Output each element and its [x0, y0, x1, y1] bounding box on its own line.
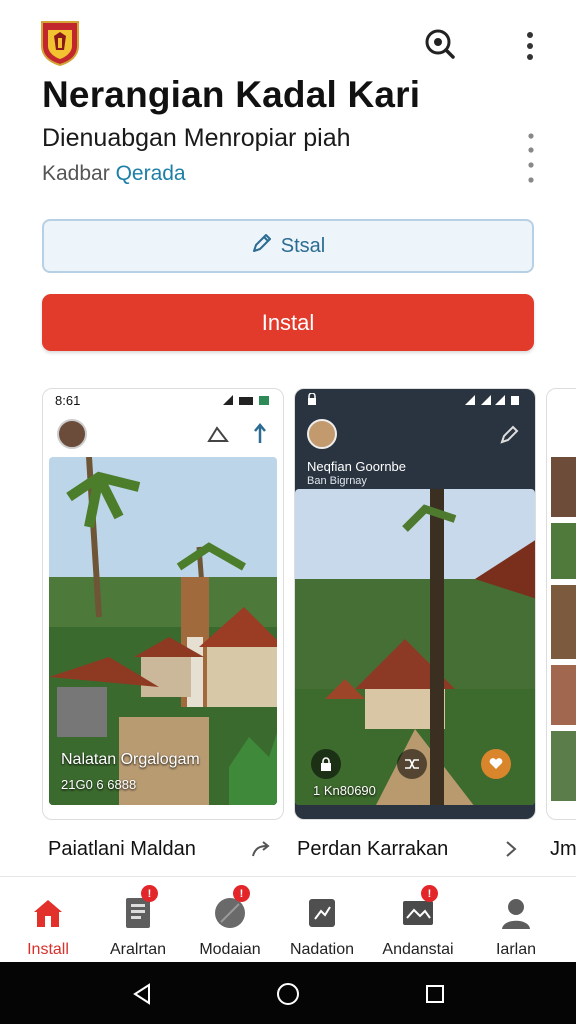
- app-logo: [40, 20, 80, 67]
- top-app-bar: [0, 0, 576, 70]
- caption-2: Perdan Karrakan: [297, 838, 449, 860]
- document-icon: !: [118, 885, 158, 933]
- person-icon: [496, 893, 536, 933]
- system-navigation-bar: [0, 962, 576, 1024]
- share-arrow-icon[interactable]: [250, 838, 272, 860]
- signal-icon: [463, 394, 523, 409]
- clipboard-icon: [302, 893, 342, 933]
- screenshot-2-header-sub: Ban Bigrnay: [307, 475, 367, 487]
- screenshot-2-header-title: Neqfian Goornbe: [307, 459, 407, 474]
- nav-label-modaian: Modaian: [199, 941, 261, 958]
- install-button-label: Instal: [261, 309, 315, 335]
- edit-icon[interactable]: [499, 425, 519, 450]
- bottom-navigation: Install ! Aralrtan ! Modaian Nadation ! …: [0, 876, 576, 962]
- screenshot-1-subtitle: 21G0 6 6888: [61, 777, 137, 792]
- signal-icon: [221, 394, 271, 409]
- nav-label-aralrtan: Aralrtan: [109, 941, 167, 958]
- nav-label-nadation: Nadation: [289, 941, 355, 958]
- nav-label-install: Install: [27, 941, 69, 958]
- arrow-up-icon[interactable]: [253, 423, 267, 450]
- search-icon[interactable]: [420, 24, 460, 64]
- chevron-right-icon[interactable]: [500, 838, 522, 860]
- share-icon[interactable]: [207, 425, 230, 448]
- shuffle-icon[interactable]: [397, 749, 427, 779]
- notification-badge: !: [141, 885, 158, 902]
- home-circle-icon[interactable]: [274, 980, 302, 1008]
- details-more-icon[interactable]: [516, 130, 546, 186]
- screenshot-captions: Paiatlani Maldan Perdan Karrakan Jm: [0, 832, 576, 872]
- status-lock-icon: [307, 392, 317, 408]
- nav-item-nadation[interactable]: Nadation: [274, 887, 370, 963]
- screenshot-carousel[interactable]: 8:61 Nalatan Orgalogam 21G0 6 6888 Neqfi…: [42, 388, 576, 822]
- app-meta: Kadbar Qerada: [42, 162, 186, 186]
- favorite-icon[interactable]: [481, 749, 511, 779]
- more-options-icon[interactable]: [514, 26, 546, 66]
- notification-badge: !: [421, 885, 438, 902]
- app-title: Nerangian Kadal Kari: [42, 74, 421, 115]
- avatar: [307, 419, 337, 449]
- screenshot-1-title: Nalatan Orgalogam: [61, 751, 200, 768]
- screenshot-3[interactable]: [546, 388, 576, 820]
- image-icon: !: [398, 885, 438, 933]
- back-icon[interactable]: [128, 980, 156, 1008]
- caption-1: Paiatlani Maldan: [48, 838, 196, 860]
- status-time: 8:61: [55, 393, 81, 408]
- screenshot-2[interactable]: Neqfian Goornbe Ban Bigrnay 1 Kn80690: [294, 388, 536, 820]
- caption-3: Jm: [550, 838, 576, 860]
- lock-icon[interactable]: [311, 749, 341, 779]
- pencil-icon: [251, 232, 273, 260]
- nav-label-andanstai: Andanstai: [382, 941, 454, 958]
- phone-status-bar: [295, 389, 535, 413]
- phone-status-bar: 8:61: [43, 389, 283, 413]
- screenshot-1[interactable]: 8:61 Nalatan Orgalogam 21G0 6 6888: [42, 388, 284, 820]
- nav-item-modaian[interactable]: ! Modaian: [182, 885, 278, 963]
- nav-item-aralrtan[interactable]: ! Aralrtan: [90, 885, 186, 963]
- recents-icon[interactable]: [421, 980, 449, 1008]
- notification-badge: !: [233, 885, 250, 902]
- screenshot-2-subtitle: 1 Kn80690: [313, 783, 376, 798]
- nav-item-iarlan[interactable]: Iarlan: [468, 887, 564, 963]
- app-developer: Dienuabgan Menropiar piah: [42, 124, 351, 152]
- nav-item-andanstai[interactable]: ! Andanstai: [370, 885, 466, 963]
- install-button[interactable]: Instal: [42, 294, 534, 351]
- secondary-button-label: Stsal: [280, 234, 326, 257]
- nav-label-iarlan: Iarlan: [495, 941, 537, 958]
- meta-label: Kadbar: [42, 162, 110, 185]
- avatar: [57, 419, 87, 449]
- leaf-icon: !: [210, 885, 250, 933]
- secondary-button[interactable]: Stsal: [42, 219, 534, 273]
- meta-link[interactable]: Qerada: [116, 162, 186, 185]
- nav-item-install[interactable]: Install: [0, 887, 96, 963]
- home-icon: [28, 893, 68, 933]
